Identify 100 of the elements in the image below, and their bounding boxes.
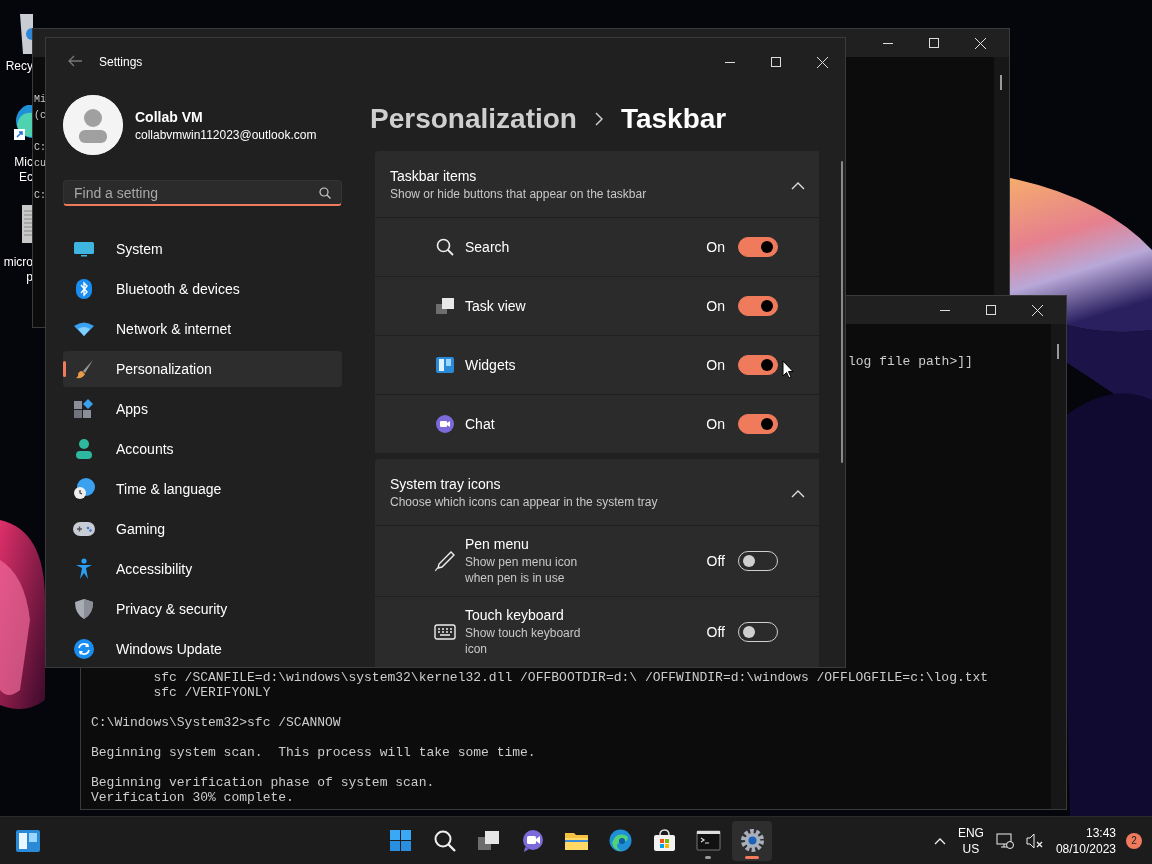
desktop-icon-label: Mic: [13, 155, 33, 170]
windows-stack-icon: [436, 298, 454, 314]
nav-item[interactable]: System: [63, 231, 342, 267]
arrow-left-icon: [68, 54, 82, 67]
wifi-icon: [74, 322, 94, 336]
sync-icon: [74, 639, 94, 659]
page-title: Taskbar: [620, 102, 727, 135]
person-icon: [75, 439, 93, 459]
monitor-icon: [74, 241, 94, 257]
console-text: C:: [34, 142, 46, 153]
search-field[interactable]: Find a setting: [74, 184, 319, 201]
notification-badge[interactable]: 2: [1126, 832, 1142, 849]
pen-icon: [434, 550, 456, 572]
toggle-state-label: On: [706, 416, 725, 432]
toggle-switch[interactable]: [738, 237, 778, 257]
setting-label: Pen menu: [465, 536, 530, 552]
console-text: Beginning system scan. This process will take some time.: [91, 745, 536, 760]
nav-item[interactable]: Bluetooth & devices: [63, 271, 342, 307]
toggle-state-label: On: [706, 239, 725, 255]
grid-icon: [74, 399, 94, 419]
setting-label: Task view: [465, 298, 527, 314]
section-title: Taskbar items: [390, 167, 478, 184]
monitor-icon: [995, 832, 1014, 849]
widgets-icon: [436, 357, 454, 373]
console-text: sfc /SCANFILE=d:\windows\system32\kernel32.dll /OFFBOOTDIR=d:\ /OFFWINDIR=d:\windows /OFFLOGFILE=c:\log.txt: [152, 670, 989, 685]
section-subtitle: Show or hide buttons that appear on the taskbar: [390, 186, 648, 201]
setting-description: Show touch keyboard icon: [465, 625, 582, 657]
section-header[interactable]: System tray icons Choose which icons can appear in the system tray: [375, 459, 819, 525]
chevron-up-icon: [790, 489, 806, 499]
clock[interactable]: 13:43 08/10/2023: [1049, 820, 1122, 861]
close-icon: [974, 37, 986, 49]
maximize-icon: [771, 57, 781, 67]
console-text: log file path>]]: [848, 354, 973, 369]
browser-icon: [607, 828, 633, 853]
setting-description: Show pen menu icon when pen is in use: [465, 554, 579, 586]
section-subtitle: Choose which icons can appear in the system tray: [390, 494, 659, 509]
nav-item[interactable]: Network & internet: [63, 311, 342, 347]
scrollbar-thumb[interactable]: [1000, 75, 1002, 90]
video-chat-icon: [436, 415, 454, 433]
nav-item[interactable]: Privacy & security: [63, 591, 342, 627]
chevron-right-icon: [594, 111, 603, 126]
window-title: Settings: [99, 55, 144, 69]
setting-label: Search: [465, 239, 511, 255]
search-icon: [436, 238, 454, 256]
gamepad-icon: [73, 522, 95, 536]
scrollbar-thumb[interactable]: [1057, 344, 1059, 359]
scrollbar-thumb[interactable]: [841, 161, 843, 463]
search-box[interactable]: Find a setting: [63, 180, 342, 206]
bluetooth-icon: [76, 279, 92, 299]
setting-label: Touch keyboard: [465, 607, 565, 623]
chevron-up-icon: [790, 181, 806, 191]
user-name: Collab VM: [135, 108, 204, 125]
language-indicator[interactable]: ENG US: [951, 820, 990, 861]
nav-item[interactable]: Time & language: [63, 471, 342, 507]
toggle-switch[interactable]: [738, 296, 778, 316]
chevron-up-icon: [933, 836, 946, 845]
nav-item[interactable]: Accessibility: [63, 551, 342, 587]
four-squares-icon: [387, 828, 413, 853]
console-text: C:\Windows\System32>sfc /SCANNOW: [91, 715, 341, 730]
toggle-switch[interactable]: [738, 414, 778, 434]
toggle-state-label: Off: [706, 553, 725, 569]
console-text: cu: [34, 158, 46, 169]
toggle-state-label: Off: [706, 624, 725, 640]
nav-item[interactable]: Apps: [63, 391, 342, 427]
section-title: System tray icons: [390, 475, 502, 492]
setting-label: Chat: [465, 416, 496, 432]
terminal-icon: [695, 828, 721, 853]
keyboard-icon: [434, 624, 456, 640]
console-text: Mi: [34, 94, 46, 105]
console-text: sfc /VERIFYONLY: [152, 685, 271, 700]
accessibility-icon: [75, 558, 93, 580]
close-icon: [816, 56, 828, 68]
windows-stack-icon: [475, 828, 501, 853]
cursor-icon: [782, 360, 794, 379]
desktop-icon-label: Recy: [4, 59, 33, 74]
file-icon[interactable]: [22, 205, 33, 243]
toggle-switch[interactable]: [738, 355, 778, 375]
gear-icon: [739, 828, 765, 853]
widgets-icon: [16, 829, 40, 852]
nav-item[interactable]: Accounts: [63, 431, 342, 467]
setting-label: Widgets: [465, 357, 517, 373]
globe-clock-icon: [73, 478, 95, 500]
shopping-bag-icon: [651, 828, 677, 853]
settings-button[interactable]: [732, 820, 772, 861]
search-icon: [319, 186, 331, 199]
console-text: C:: [34, 190, 46, 201]
console-text: Verification 30% complete.: [91, 790, 294, 805]
close-icon: [1031, 304, 1043, 316]
avatar-icon[interactable]: [63, 95, 123, 155]
maximize-icon: [929, 38, 939, 48]
maximize-icon: [986, 305, 996, 315]
desktop-icon-label: micro: [2, 255, 33, 270]
nav-item[interactable]: Windows Update: [63, 631, 342, 667]
nav-item[interactable]: Gaming: [63, 511, 342, 547]
nav-item[interactable]: Personalization: [63, 351, 342, 387]
toggle-state-label: On: [706, 357, 725, 373]
breadcrumb-link[interactable]: Personalization: [370, 102, 577, 135]
console-text: (c: [34, 110, 46, 121]
section-header[interactable]: Taskbar items Show or hide buttons that appear on the taskbar: [375, 151, 819, 217]
desktop-icon-label: p: [25, 270, 33, 285]
